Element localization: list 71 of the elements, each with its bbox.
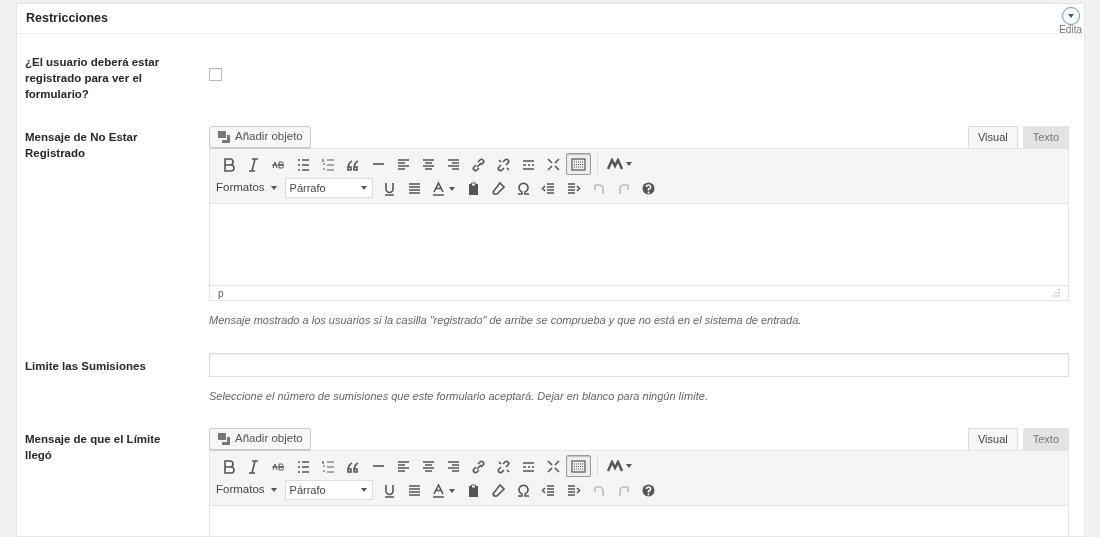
keyboard-icon [571, 157, 586, 171]
element-path: p [218, 286, 224, 301]
outdent-icon [540, 482, 556, 498]
editor-tab[interactable]: Texto [1022, 126, 1069, 148]
media-icon [217, 130, 231, 144]
numbered-list-icon [321, 458, 336, 474]
align-left-icon [396, 458, 411, 474]
italic-icon [246, 156, 261, 172]
horizontal-line-icon [373, 163, 384, 165]
checkbox[interactable] [209, 68, 222, 81]
text-color-icon [430, 482, 457, 498]
editor-tab[interactable]: Visual [967, 428, 1018, 450]
italic-icon [246, 458, 261, 474]
caret-icon [269, 487, 278, 493]
editor-tab[interactable]: Texto [1022, 428, 1069, 450]
help-icon [640, 482, 656, 498]
link-icon [471, 458, 486, 474]
eraser-icon [490, 482, 506, 498]
panel-title: Restricciones [26, 11, 108, 25]
formats-menu[interactable]: Formatos [216, 179, 278, 197]
numbered-list-icon [321, 156, 336, 172]
fullscreen-icon [546, 458, 561, 474]
field-label: Limite las Sumisiones [25, 358, 147, 374]
media-icon [217, 432, 231, 446]
caret-icon [1067, 13, 1075, 19]
field-description: Mensaje mostrado a los usuarios si la casilla "registrado" de arribe se comprueba y que no está en el sistema de entrada. [209, 313, 803, 328]
bold-icon [221, 458, 236, 474]
format-select[interactable]: Párrafo [284, 178, 373, 198]
keyboard-icon [571, 459, 586, 473]
unlink-icon [496, 458, 511, 474]
indent-icon [565, 180, 581, 196]
formats-menu[interactable]: Formatos [216, 481, 278, 499]
justify-icon [406, 180, 422, 196]
horizontal-line-icon [373, 465, 384, 467]
caret-icon [359, 487, 368, 493]
bullet-list-icon [296, 156, 311, 172]
bold-icon [221, 156, 236, 172]
eraser-icon [490, 180, 506, 196]
editor-tab[interactable]: Visual [967, 126, 1018, 148]
field-label: Mensaje de No Estar Registrado [25, 130, 139, 161]
align-right-icon [446, 458, 461, 474]
caret-icon [359, 185, 368, 191]
omega-icon [515, 180, 531, 196]
indent-icon [565, 482, 581, 498]
outdent-icon [540, 180, 556, 196]
toggle-label: Edita [1059, 23, 1082, 37]
add-media-button[interactable]: Añadir objeto [209, 126, 311, 148]
link-icon [471, 156, 486, 172]
add-media-button[interactable]: Añadir objeto [209, 428, 311, 450]
resize-handle-icon [1052, 289, 1060, 297]
toolbar-toggle-button[interactable] [566, 455, 591, 477]
plugin-icon [607, 158, 633, 170]
text-input[interactable] [209, 352, 1069, 377]
align-center-icon [421, 458, 436, 474]
field-description: Seleccione el número de sumisiones que este formulario aceptará. Dejar en blanco para ningún límite. [209, 388, 709, 404]
help-icon [640, 180, 656, 196]
caret-icon [269, 185, 278, 191]
align-left-icon [396, 156, 411, 172]
format-select[interactable]: Párrafo [284, 480, 373, 500]
align-center-icon [421, 156, 436, 172]
justify-icon [406, 482, 422, 498]
unlink-icon [496, 156, 511, 172]
omega-icon [515, 482, 531, 498]
field-label: ¿El usuario deberá estar registrado para ver el formulario? [25, 55, 161, 102]
toolbar-toggle-button[interactable] [566, 153, 591, 175]
fullscreen-icon [546, 156, 561, 172]
align-right-icon [446, 156, 461, 172]
bullet-list-icon [296, 458, 311, 474]
text-color-icon [430, 180, 457, 196]
field-label: Mensaje de que el Límite llegó [25, 432, 162, 463]
plugin-icon [607, 460, 633, 472]
